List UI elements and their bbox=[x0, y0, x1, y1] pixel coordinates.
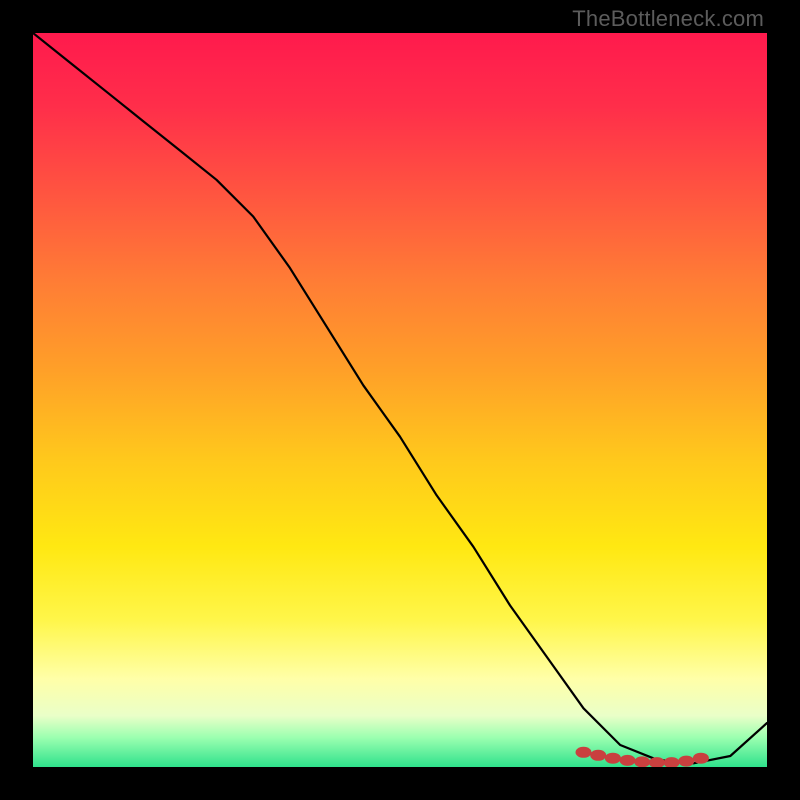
marker-point bbox=[590, 750, 606, 761]
watermark-text: TheBottleneck.com bbox=[572, 6, 764, 32]
marker-point bbox=[664, 757, 680, 767]
chart-frame: TheBottleneck.com bbox=[0, 0, 800, 800]
marker-point bbox=[634, 756, 650, 767]
chart-svg bbox=[33, 33, 767, 767]
marker-point bbox=[605, 753, 621, 764]
marker-point bbox=[576, 747, 592, 758]
marker-point bbox=[693, 753, 709, 764]
line-series bbox=[33, 33, 767, 763]
plot-area bbox=[33, 33, 767, 767]
marker-group bbox=[576, 747, 709, 767]
marker-point bbox=[620, 755, 636, 766]
marker-point bbox=[678, 756, 694, 767]
